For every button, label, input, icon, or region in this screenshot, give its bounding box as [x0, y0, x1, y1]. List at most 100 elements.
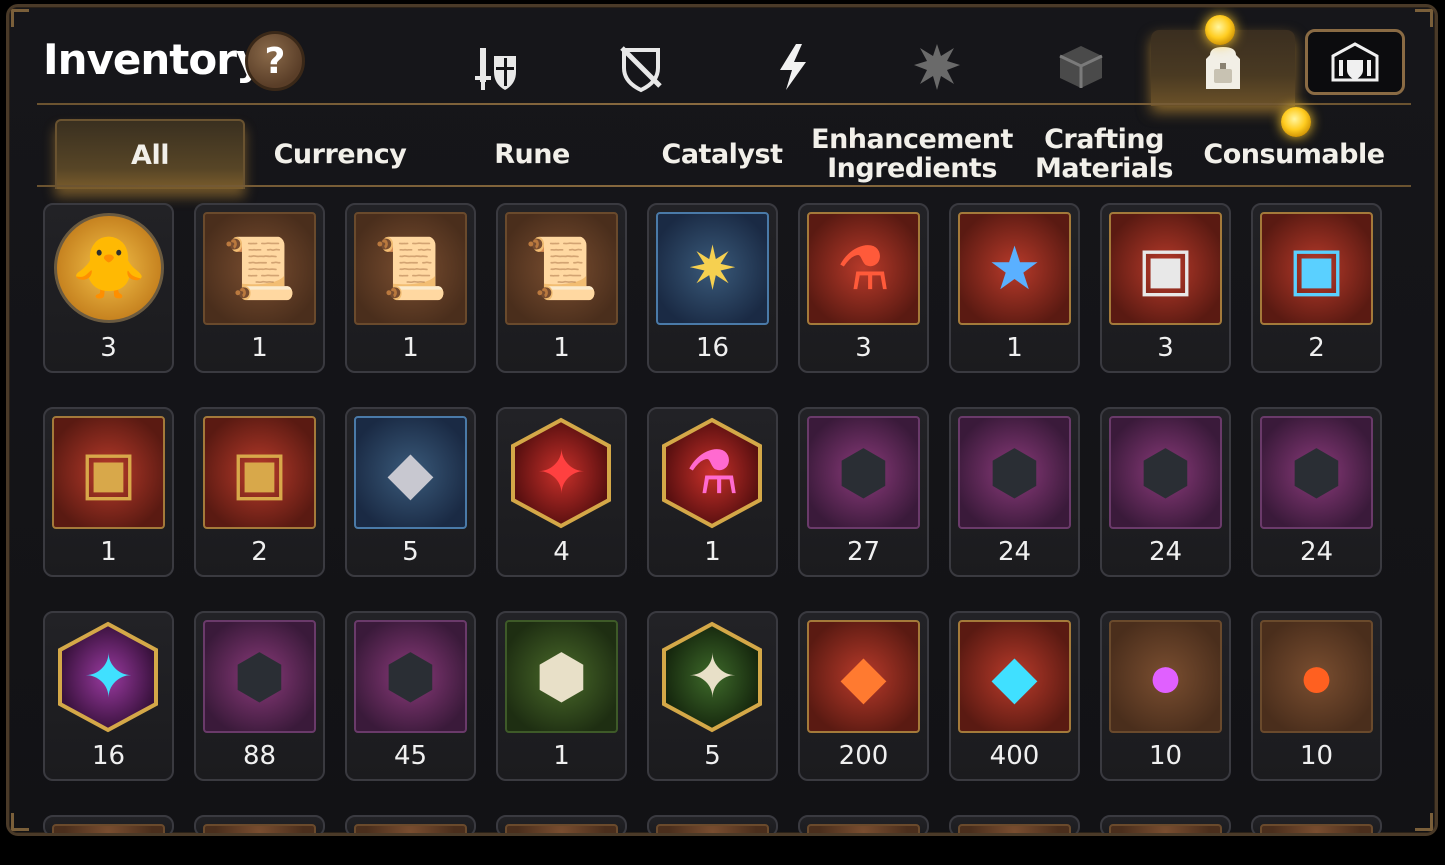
inventory-slot[interactable]: ⬢ 1 [496, 611, 627, 781]
tab-label: Enhancement Ingredients [811, 124, 1013, 184]
inventory-slot[interactable]: ✦ 4 [496, 407, 627, 577]
gear-icon [475, 48, 516, 90]
item-count: 1 [553, 333, 570, 363]
help-button[interactable]: ? [245, 31, 305, 91]
swirl-rune-stone-icon: ⬢ [958, 416, 1071, 529]
inventory-slot[interactable] [43, 815, 174, 833]
tab-catalyst[interactable]: Catalyst [627, 119, 817, 189]
inventory-slot[interactable]: ▣ 1 [43, 407, 174, 577]
item-art [1260, 824, 1373, 833]
tab-label: Crafting Materials [1035, 124, 1173, 184]
item-count: 2 [1308, 333, 1325, 363]
hammer-rune-stone-icon: ⬢ [203, 620, 316, 733]
scroll-red-upgrade-icon: 📜 [203, 212, 316, 325]
blue-crystal-chest-icon: ▣ [1260, 212, 1373, 325]
inventory-slot[interactable] [345, 815, 476, 833]
inventory-slot[interactable]: ✷ 16 [647, 203, 778, 373]
category-gear-icon[interactable] [457, 29, 537, 105]
tab-divider [37, 185, 1411, 187]
inventory-slot[interactable] [647, 815, 778, 833]
tab-currency[interactable]: Currency [245, 119, 435, 189]
item-count: 1 [402, 333, 419, 363]
inventory-slot[interactable]: ⚗ 1 [647, 407, 778, 577]
star-potion-flask-icon: ★ [958, 212, 1071, 325]
item-count: 3 [1157, 333, 1174, 363]
item-count: 10 [1299, 741, 1334, 771]
item-count: 5 [704, 741, 721, 771]
inventory-slot[interactable]: 📜 1 [194, 203, 325, 373]
inventory-slot[interactable] [194, 815, 325, 833]
red-rune-stone-icon: ✦ [505, 416, 618, 529]
inventory-window: Inventory ? All Currency Rune Catalyst E… [6, 4, 1438, 836]
frame-corner [11, 813, 29, 831]
inventory-slot[interactable]: ● 10 [1100, 611, 1231, 781]
item-art [656, 824, 769, 833]
inventory-slot[interactable] [1251, 815, 1382, 833]
inventory-slot[interactable]: 📜 1 [345, 203, 476, 373]
inventory-slot[interactable]: ● 10 [1251, 611, 1382, 781]
tab-crafting-materials[interactable]: Crafting Materials [1009, 119, 1199, 189]
item-count: 1 [704, 537, 721, 567]
item-art [1109, 824, 1222, 833]
guild-storage-button[interactable] [1305, 29, 1405, 95]
inventory-slot[interactable]: ★ 1 [949, 203, 1080, 373]
inventory-slot[interactable]: ⬢ 24 [949, 407, 1080, 577]
red-potion-flask-icon: ⚗ [807, 212, 920, 325]
inventory-slot[interactable]: 🐥 3 [43, 203, 174, 373]
burst-icon [914, 44, 960, 90]
inventory-slot[interactable] [798, 815, 929, 833]
inventory-slot[interactable] [496, 815, 627, 833]
item-art [354, 824, 467, 833]
dark-gold-chest-icon: ▣ [203, 416, 316, 529]
inventory-slot[interactable]: ⬢ 45 [345, 611, 476, 781]
inventory-slot[interactable]: ⬢ 27 [798, 407, 929, 577]
item-art [52, 824, 165, 833]
frame-corner [1415, 9, 1433, 27]
inventory-slot[interactable]: ▣ 2 [194, 407, 325, 577]
sword-rune-stone-icon: ⬢ [807, 416, 920, 529]
inventory-slot[interactable]: ✦ 5 [647, 611, 778, 781]
item-count: 3 [100, 333, 117, 363]
scroll-rainbow-upgrade-icon: 📜 [354, 212, 467, 325]
lightning-icon [780, 44, 806, 90]
frame-corner [1415, 813, 1433, 831]
tab-rune[interactable]: Rune [437, 119, 627, 189]
cube-icon [1059, 46, 1103, 88]
frame-corner [11, 9, 29, 27]
item-art [203, 824, 316, 833]
pink-potion-icon: ⚗ [656, 416, 769, 529]
inventory-slot[interactable]: ◆ 5 [345, 407, 476, 577]
category-burst-icon[interactable] [897, 29, 977, 105]
inventory-slot[interactable]: ▣ 3 [1100, 203, 1231, 373]
category-disabled-icon[interactable] [601, 29, 681, 105]
inventory-slot[interactable]: ◆ 200 [798, 611, 929, 781]
inventory-slot[interactable] [1100, 815, 1231, 833]
inventory-slot[interactable] [949, 815, 1080, 833]
tab-enhancement-ingredients[interactable]: Enhancement Ingredients [811, 119, 1013, 189]
inventory-slot[interactable]: ▣ 2 [1251, 203, 1382, 373]
cyan-crystal-shard-icon: ◆ [958, 620, 1071, 733]
inventory-slot[interactable]: ⬢ 88 [194, 611, 325, 781]
page-title: Inventory [43, 35, 263, 84]
backpack-icon [1206, 47, 1240, 89]
item-count: 45 [393, 741, 428, 771]
inventory-slot[interactable]: 📜 1 [496, 203, 627, 373]
item-count: 16 [91, 741, 126, 771]
inventory-slot[interactable]: ⬢ 24 [1251, 407, 1382, 577]
silver-cube-icon: ◆ [354, 416, 467, 529]
inventory-slot[interactable]: ⬢ 24 [1100, 407, 1231, 577]
inventory-slot[interactable]: ⚗ 3 [798, 203, 929, 373]
item-count: 1 [251, 333, 268, 363]
category-lightning-icon[interactable] [753, 29, 833, 105]
tab-all[interactable]: All [55, 119, 245, 189]
category-cube-icon[interactable] [1041, 29, 1121, 105]
item-art [807, 824, 920, 833]
item-count: 1 [100, 537, 117, 567]
inventory-slot[interactable]: ◆ 400 [949, 611, 1080, 781]
item-count: 3 [855, 333, 872, 363]
tab-label: Catalyst [661, 138, 784, 170]
inventory-slot[interactable]: ✦ 16 [43, 611, 174, 781]
tab-label: Rune [494, 138, 570, 170]
armor-rune-stone-icon: ⬢ [1109, 416, 1222, 529]
item-count: 1 [553, 741, 570, 771]
